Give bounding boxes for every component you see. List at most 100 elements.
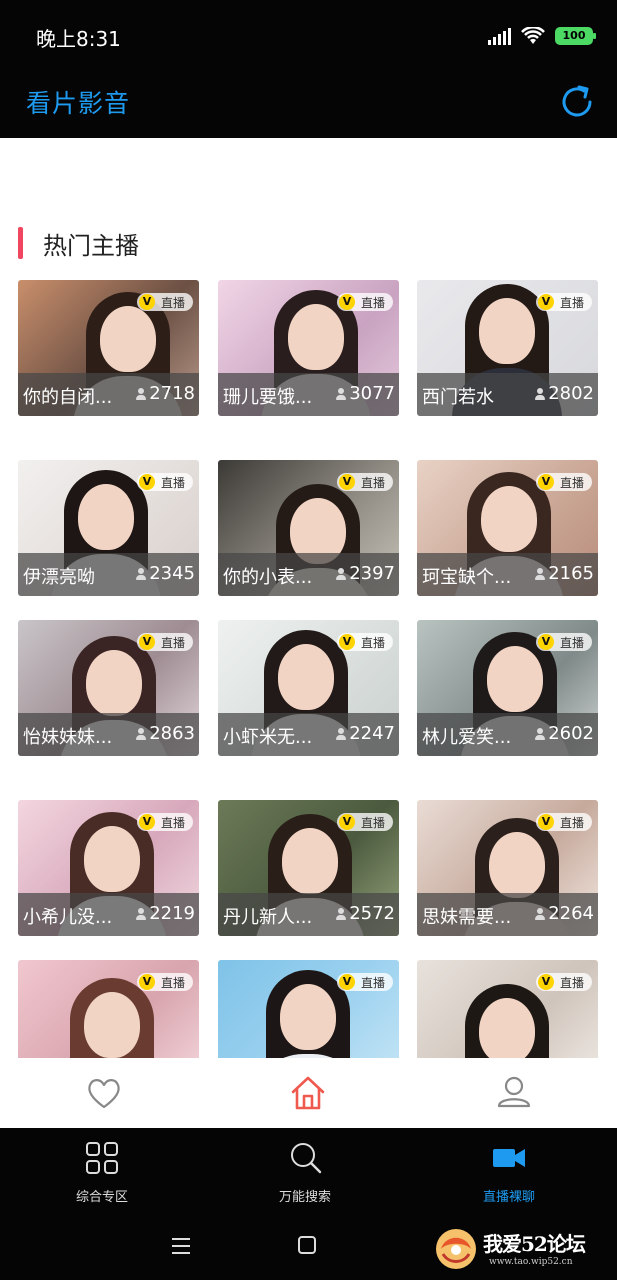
anchor-card[interactable]: V 直播西门若水 2802 [417,280,598,416]
live-label: 直播 [361,815,386,830]
vip-v-icon: V [339,634,355,650]
person-icon [335,907,347,921]
watermark-logo-icon [436,1229,476,1269]
viewer-count: 2345 [135,563,195,584]
anchor-card[interactable]: V 直播 你的自闭... 2718 [18,280,199,416]
heart-icon[interactable] [84,1073,124,1113]
anchor-name: 怡妹妹妹... [23,727,113,748]
anchor-card-footer: 西门若水 2802 [417,373,598,416]
vip-v-icon: V [339,974,355,990]
anchor-card[interactable]: V 直播 [218,960,399,1058]
grid-icon [86,1142,118,1174]
viewer-count: 2264 [534,903,594,924]
status-bar: 晚上8:31 100 [0,0,617,70]
viewer-number: 3077 [349,383,395,404]
viewer-number: 2718 [149,383,195,404]
viewer-number: 2345 [149,563,195,584]
status-icons: 100 [488,24,596,48]
viewer-count: 3077 [335,383,395,404]
refresh-icon[interactable] [557,82,597,122]
home-button-icon[interactable] [298,1236,316,1254]
menu-icon[interactable] [172,1238,190,1254]
anchor-card-footer: 思妹需要... 2264 [417,893,598,936]
live-label: 直播 [560,975,585,990]
viewer-count: 2165 [534,563,594,584]
user-icon[interactable] [494,1073,534,1113]
live-badge: V 直播 [337,973,393,991]
viewer-count: 2802 [534,383,594,404]
anchor-card[interactable]: V 直播 珂宝缺个... 2165 [417,460,598,596]
anchor-name: 伊漂亮呦 [23,567,95,588]
viewer-count: 2572 [335,903,395,924]
content-area[interactable]: 热门主播 V 直播 你的自闭... 2718 V 直播 珊儿要饿... 3077 V 直播 西门若水… [0,138,617,1058]
home-icon[interactable] [288,1073,328,1113]
vip-v-icon: V [538,814,554,830]
viewer-number: 2397 [349,563,395,584]
anchor-card-footer: 你的自闭... 2718 [18,373,199,416]
viewer-number: 2219 [149,903,195,924]
anchor-card[interactable]: V 直播小希儿没... 2219 [18,800,199,936]
anchor-card[interactable]: V 直播 [417,960,598,1058]
vip-v-icon: V [538,294,554,310]
watermark-text: 我爱52论坛 [483,1232,586,1256]
section-header: 热门主播 [18,226,139,260]
watermark-sub: www.tao.wip52.cn [489,1257,573,1267]
anchor-card[interactable]: V 直播小虾米无... 2247 [218,620,399,756]
nav-label: 直播裸聊 [482,1190,535,1205]
anchor-card[interactable]: V 直播 丹儿新人... 2572 [218,800,399,936]
anchor-name: 林儿爱笑... [422,727,512,748]
live-label: 直播 [560,815,585,830]
anchor-name: 你的小表... [223,567,313,588]
live-label: 直播 [161,295,186,310]
bottom-nav: 综合专区 万能搜索 直播裸聊 [0,1128,617,1218]
anchor-card[interactable]: V 直播你的小表... 2397 [218,460,399,596]
live-badge: V 直播 [337,473,393,491]
anchor-card[interactable]: V 直播思妹需要... 2264 [417,800,598,936]
nav-item-live[interactable]: 直播裸聊 [429,1140,589,1205]
anchor-name: 小希儿没... [23,907,113,928]
live-badge: V 直播 [536,813,592,831]
live-label: 直播 [361,295,386,310]
nav-label: 综合专区 [75,1190,128,1205]
anchor-card-footer: 伊漂亮呦 2345 [18,553,199,596]
viewer-count: 2863 [135,723,195,744]
live-label: 直播 [560,475,585,490]
vip-v-icon: V [538,634,554,650]
live-badge: V 直播 [137,473,193,491]
viewer-count: 2397 [335,563,395,584]
anchor-card[interactable]: V 直播 珊儿要饿... 3077 [218,280,399,416]
vip-v-icon: V [139,634,155,650]
person-icon [135,567,147,581]
app-title: 看片影音 [26,89,131,118]
anchor-name: 你的自闭... [23,387,113,408]
vip-v-icon: V [538,974,554,990]
live-badge: V 直播 [337,633,393,651]
anchor-name: 思妹需要... [422,907,512,928]
anchor-card[interactable]: V 直播 怡妹妹妹... 2863 [18,620,199,756]
anchor-card[interactable]: V 直播 [18,960,199,1058]
nav-item-comprehensive[interactable]: 综合专区 [22,1140,182,1205]
anchor-card[interactable]: V 直播伊漂亮呦 2345 [18,460,199,596]
live-label: 直播 [560,295,585,310]
live-label: 直播 [161,975,186,990]
person-icon [534,387,546,401]
wifi-icon [521,27,545,44]
live-badge: V 直播 [137,813,193,831]
anchor-card-footer: 怡妹妹妹... 2863 [18,713,199,756]
vip-v-icon: V [339,474,355,490]
anchor-name: 珂宝缺个... [422,567,512,588]
person-icon [335,727,347,741]
nav-item-search[interactable]: 万能搜索 [225,1140,385,1205]
system-nav: 我爱52论坛 www.tao.wip52.cn [0,1218,617,1280]
person-icon [534,567,546,581]
viewer-count: 2602 [534,723,594,744]
vip-v-icon: V [139,814,155,830]
person-icon [534,907,546,921]
viewer-number: 2264 [548,903,594,924]
anchor-card-footer: 小虾米无... 2247 [218,713,399,756]
viewer-number: 2802 [548,383,594,404]
live-badge: V 直播 [337,293,393,311]
live-label: 直播 [161,815,186,830]
nav-label: 万能搜索 [278,1190,331,1205]
anchor-card[interactable]: V 直播 林儿爱笑... 2602 [417,620,598,756]
